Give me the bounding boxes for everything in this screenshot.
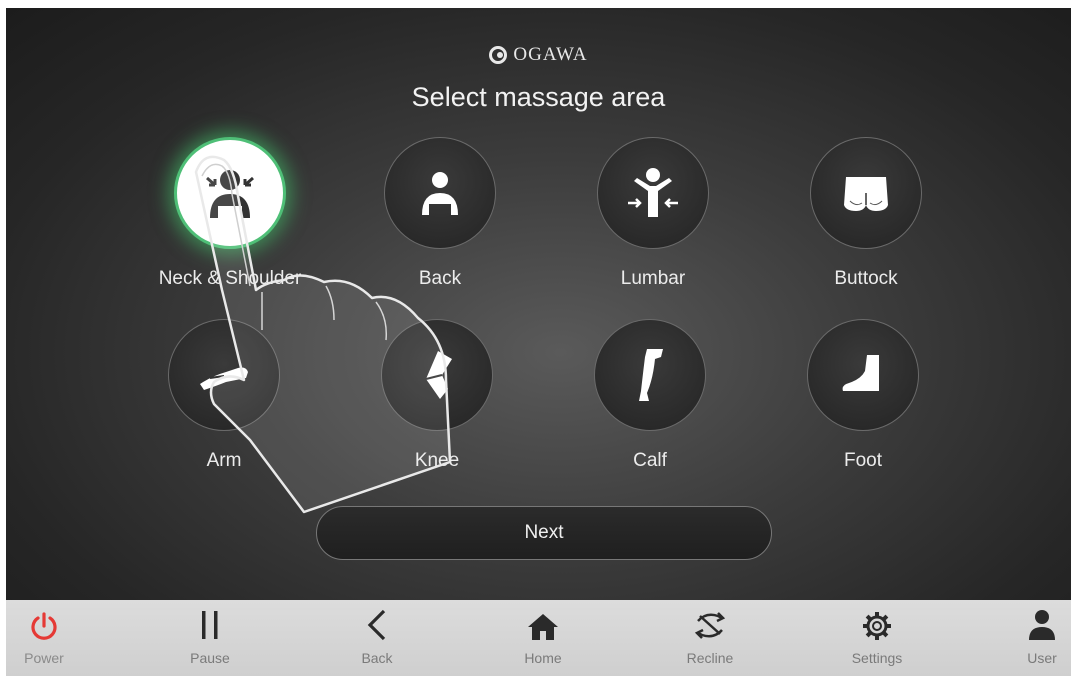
nav-pause[interactable]: Pause [165, 600, 255, 676]
area-calf[interactable]: Calf [550, 319, 750, 472]
area-arm-button[interactable] [168, 319, 280, 431]
area-foot[interactable]: Foot [763, 319, 963, 472]
nav-label: User [1027, 650, 1057, 666]
area-knee[interactable]: Knee [337, 319, 537, 472]
nav-settings[interactable]: Settings [832, 600, 922, 676]
next-button[interactable]: Next [316, 506, 772, 560]
nav-label: Recline [686, 650, 734, 666]
area-back[interactable]: Back [340, 137, 540, 290]
area-knee-button[interactable] [381, 319, 493, 431]
area-foot-button[interactable] [807, 319, 919, 431]
back-icon [422, 172, 458, 215]
area-label: Lumbar [620, 268, 686, 289]
page-title: Select massage area [411, 82, 666, 112]
recline-icon [694, 612, 726, 639]
area-calf-button[interactable] [594, 319, 706, 431]
area-label: Arm [206, 450, 242, 471]
area-neck-shoulder-button[interactable] [174, 137, 286, 249]
power-icon [31, 612, 57, 640]
knee-icon [425, 351, 452, 399]
nav-recline[interactable]: Recline [665, 600, 755, 676]
user-icon [1029, 610, 1055, 640]
nav-back[interactable]: Back [332, 600, 422, 676]
nav-label: Home [524, 650, 562, 666]
nav-home[interactable]: Home [498, 600, 588, 676]
home-icon [528, 614, 558, 640]
area-label: Calf [633, 450, 667, 471]
area-label: Knee [414, 450, 460, 471]
neck-shoulder-icon [206, 170, 254, 218]
gear-icon [863, 612, 891, 640]
area-lumbar-button[interactable] [597, 137, 709, 249]
nav-label: Settings [851, 650, 903, 666]
massage-area-screen: OGAWA Select massage area Neck & Shoulde… [6, 8, 1071, 602]
area-label: Back [418, 268, 462, 289]
calf-icon [639, 349, 663, 401]
area-buttock[interactable]: Buttock [766, 137, 966, 290]
area-lumbar[interactable]: Lumbar [553, 137, 753, 290]
chevron-left-icon [367, 609, 386, 641]
area-neck-shoulder[interactable]: Neck & Shoulder [130, 137, 330, 290]
brand-name: OGAWA [513, 44, 588, 65]
lumbar-icon [628, 168, 678, 217]
nav-label: Power [24, 650, 64, 666]
bottom-nav-bar: Power Pause Back Home Recline Settings U… [6, 600, 1071, 676]
area-label: Neck & Shoulder [158, 268, 302, 289]
arm-icon [200, 367, 248, 390]
pause-icon [202, 611, 218, 639]
area-label: Buttock [834, 268, 898, 289]
ogawa-logo-icon [489, 46, 508, 64]
area-back-button[interactable] [384, 137, 496, 249]
brand-logo: OGAWA [6, 44, 1071, 66]
foot-icon [842, 355, 879, 391]
buttock-icon [844, 177, 888, 211]
nav-label: Pause [190, 650, 230, 666]
area-buttock-button[interactable] [810, 137, 922, 249]
nav-user[interactable]: User [997, 600, 1073, 676]
area-label: Foot [843, 450, 883, 471]
area-arm[interactable]: Arm [124, 319, 324, 472]
nav-power[interactable]: Power [0, 600, 89, 676]
nav-label: Back [361, 650, 393, 666]
